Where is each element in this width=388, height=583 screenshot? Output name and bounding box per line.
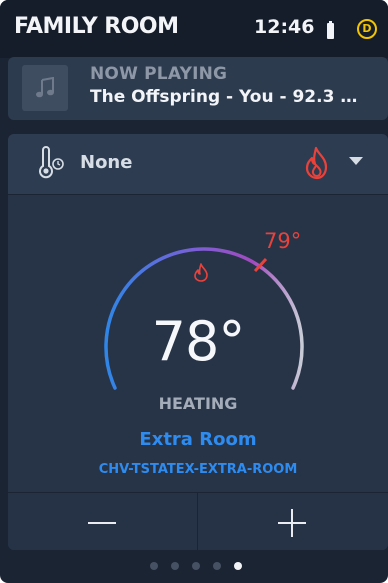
chevron-down-icon	[349, 157, 363, 165]
setpoint-controls	[8, 492, 388, 550]
now-playing-card[interactable]: NOW PLAYING The Offspring - You - 92.3 …	[8, 57, 388, 120]
zone-name[interactable]: Extra Room	[8, 429, 388, 450]
flame-icon	[305, 146, 328, 180]
header-bar: FAMILY ROOM 12:46 D	[0, 0, 388, 58]
mode-label: None	[80, 152, 133, 173]
thermostat-panel: None 79° 78° HEATING Extra Room CHV-TSTA…	[8, 134, 388, 550]
album-art	[22, 65, 68, 111]
heating-flame-icon	[194, 263, 208, 282]
page-dot[interactable]	[213, 562, 221, 570]
now-playing-track: The Offspring - You - 92.3 …	[90, 87, 358, 107]
page-dot[interactable]	[234, 562, 242, 570]
music-note-icon	[36, 77, 54, 98]
thermometer-icon	[39, 146, 64, 179]
hvac-status: HEATING	[158, 394, 238, 413]
now-playing-label: NOW PLAYING	[90, 64, 228, 84]
user-badge[interactable]: D	[357, 19, 377, 39]
minus-icon	[88, 522, 116, 524]
room-title[interactable]: FAMILY ROOM	[14, 14, 179, 39]
increase-button[interactable]	[198, 493, 388, 550]
plus-icon	[278, 509, 306, 537]
mode-selector[interactable]: None	[8, 134, 388, 195]
decrease-button[interactable]	[8, 493, 198, 550]
current-temperature: 78°	[151, 310, 246, 373]
zone-id: CHV-TSTATEX-EXTRA-ROOM	[98, 462, 298, 477]
thermostat-screen: FAMILY ROOM 12:46 D NOW PLAYING The Offs…	[0, 0, 388, 583]
page-dot[interactable]	[150, 562, 158, 570]
battery-icon	[327, 21, 334, 39]
clock: 12:46	[254, 16, 315, 38]
setpoint-label: 79°	[264, 229, 302, 253]
page-dot[interactable]	[171, 562, 179, 570]
page-dot[interactable]	[192, 562, 200, 570]
